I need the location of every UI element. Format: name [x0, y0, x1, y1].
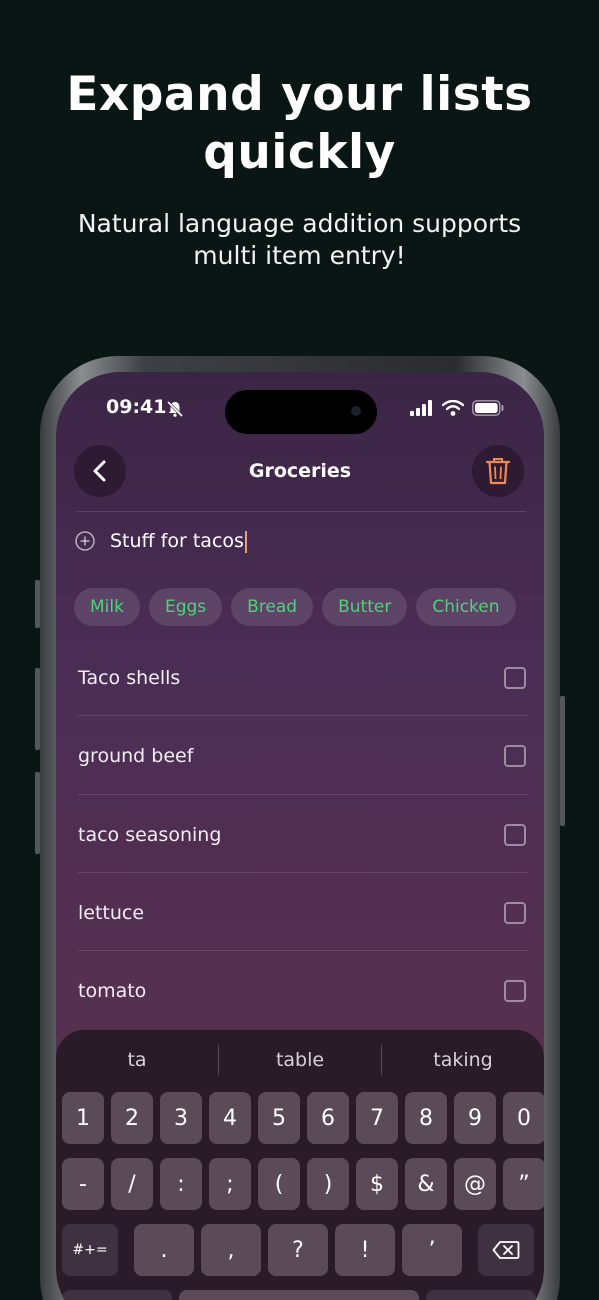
chip-chicken[interactable]: Chicken [416, 588, 516, 626]
key-space[interactable] [179, 1290, 419, 1300]
key-open-paren[interactable]: ( [258, 1158, 300, 1210]
key-row-symbols: - / : ; ( ) $ & @ ” [62, 1158, 544, 1210]
key-return[interactable] [426, 1290, 536, 1300]
key-0[interactable]: 0 [503, 1092, 544, 1144]
dynamic-island [225, 390, 377, 434]
status-time: 09:41 [106, 396, 167, 418]
list-item[interactable]: lettuce [78, 874, 528, 952]
key-abc[interactable] [62, 1290, 172, 1300]
suggestion-word[interactable]: table [219, 1040, 381, 1080]
key-quote[interactable]: ” [503, 1158, 544, 1210]
subline-line-2: multi item entry! [193, 241, 406, 270]
key-2[interactable]: 2 [111, 1092, 153, 1144]
list-item-checkbox[interactable] [504, 902, 526, 924]
side-button-volume-up [35, 668, 40, 750]
item-divider [78, 715, 528, 716]
list-item-checkbox[interactable] [504, 980, 526, 1002]
key-8[interactable]: 8 [405, 1092, 447, 1144]
key-row-punctuation: #+= . , ? ! ’ [62, 1224, 534, 1276]
suggestion-chips: Milk Eggs Bread Butter Chicken [74, 588, 526, 628]
chip-bread[interactable]: Bread [231, 588, 314, 626]
nav-title: Groceries [248, 460, 352, 482]
key-at[interactable]: @ [454, 1158, 496, 1210]
status-icons [410, 400, 504, 416]
key-row-bottom [62, 1290, 536, 1300]
keyboard: ta table taking 1 2 3 4 5 6 7 8 9 0 - / … [56, 1030, 544, 1300]
add-item-row[interactable]: Stuff for tacos [74, 530, 247, 553]
phone-screen: 09:41 Groceries Stuff for tacos Milk Egg… [56, 372, 544, 1300]
add-item-input-value: Stuff for tacos [110, 530, 244, 552]
headline-line-1: Expand your lists [66, 67, 533, 122]
item-divider [78, 872, 528, 873]
key-hyphen[interactable]: - [62, 1158, 104, 1210]
suggestion-word[interactable]: taking [382, 1040, 544, 1080]
key-row-numbers: 1 2 3 4 5 6 7 8 9 0 [62, 1092, 544, 1144]
chip-butter[interactable]: Butter [322, 588, 408, 626]
text-caret [244, 530, 247, 553]
suggestion-word[interactable]: ta [56, 1040, 218, 1080]
key-colon[interactable]: : [160, 1158, 202, 1210]
key-question[interactable]: ? [268, 1224, 328, 1276]
list-item-checkbox[interactable] [504, 667, 526, 689]
list-item[interactable]: Taco shells [78, 639, 528, 717]
side-button-volume-down [35, 772, 40, 854]
list-item-label: lettuce [78, 902, 145, 924]
item-divider [78, 794, 528, 795]
battery-icon [472, 400, 504, 416]
key-comma[interactable]: , [201, 1224, 261, 1276]
header-divider [76, 511, 526, 512]
key-3[interactable]: 3 [160, 1092, 202, 1144]
list-item[interactable]: ground beef [78, 717, 528, 795]
cellular-signal-icon [410, 400, 432, 416]
wifi-icon [442, 400, 464, 416]
list-item[interactable]: tomato [78, 952, 528, 1030]
key-4[interactable]: 4 [209, 1092, 251, 1144]
item-divider [78, 950, 528, 951]
list-item-checkbox[interactable] [504, 745, 526, 767]
key-close-paren[interactable]: ) [307, 1158, 349, 1210]
chip-eggs[interactable]: Eggs [148, 588, 223, 626]
key-9[interactable]: 9 [454, 1092, 496, 1144]
key-more-symbols[interactable]: #+= [62, 1224, 118, 1276]
side-button-power [560, 696, 565, 826]
keyboard-suggestions: ta table taking [56, 1040, 544, 1080]
list-item-label: tomato [78, 980, 147, 1002]
backspace-icon [492, 1241, 520, 1259]
plus-circle-icon [75, 531, 95, 552]
delete-list-button[interactable] [472, 445, 524, 497]
promo-subline: Natural language addition supports multi… [0, 208, 599, 272]
trash-icon [485, 458, 511, 485]
subline-line-1: Natural language addition supports [77, 209, 522, 238]
chip-milk[interactable]: Milk [74, 588, 140, 626]
key-slash[interactable]: / [111, 1158, 153, 1210]
bell-slash-icon [166, 400, 184, 418]
list-item-label: Taco shells [78, 667, 181, 689]
key-6[interactable]: 6 [307, 1092, 349, 1144]
key-5[interactable]: 5 [258, 1092, 300, 1144]
key-1[interactable]: 1 [62, 1092, 104, 1144]
key-dollar[interactable]: $ [356, 1158, 398, 1210]
key-7[interactable]: 7 [356, 1092, 398, 1144]
list-item-checkbox[interactable] [504, 824, 526, 846]
headline-line-2: quickly [203, 125, 396, 180]
list-item[interactable]: taco seasoning [78, 796, 528, 874]
promo-headline: Expand your lists quickly [0, 66, 599, 182]
camera-dot [351, 406, 361, 416]
add-item-input[interactable]: Stuff for tacos [110, 530, 247, 553]
key-exclamation[interactable]: ! [335, 1224, 395, 1276]
list-item-label: taco seasoning [78, 824, 222, 846]
key-apostrophe[interactable]: ’ [402, 1224, 462, 1276]
key-semicolon[interactable]: ; [209, 1158, 251, 1210]
key-ampersand[interactable]: & [405, 1158, 447, 1210]
list-item-label: ground beef [78, 745, 194, 767]
key-backspace[interactable] [478, 1224, 534, 1276]
key-period[interactable]: . [134, 1224, 194, 1276]
side-button-mute [35, 580, 40, 628]
